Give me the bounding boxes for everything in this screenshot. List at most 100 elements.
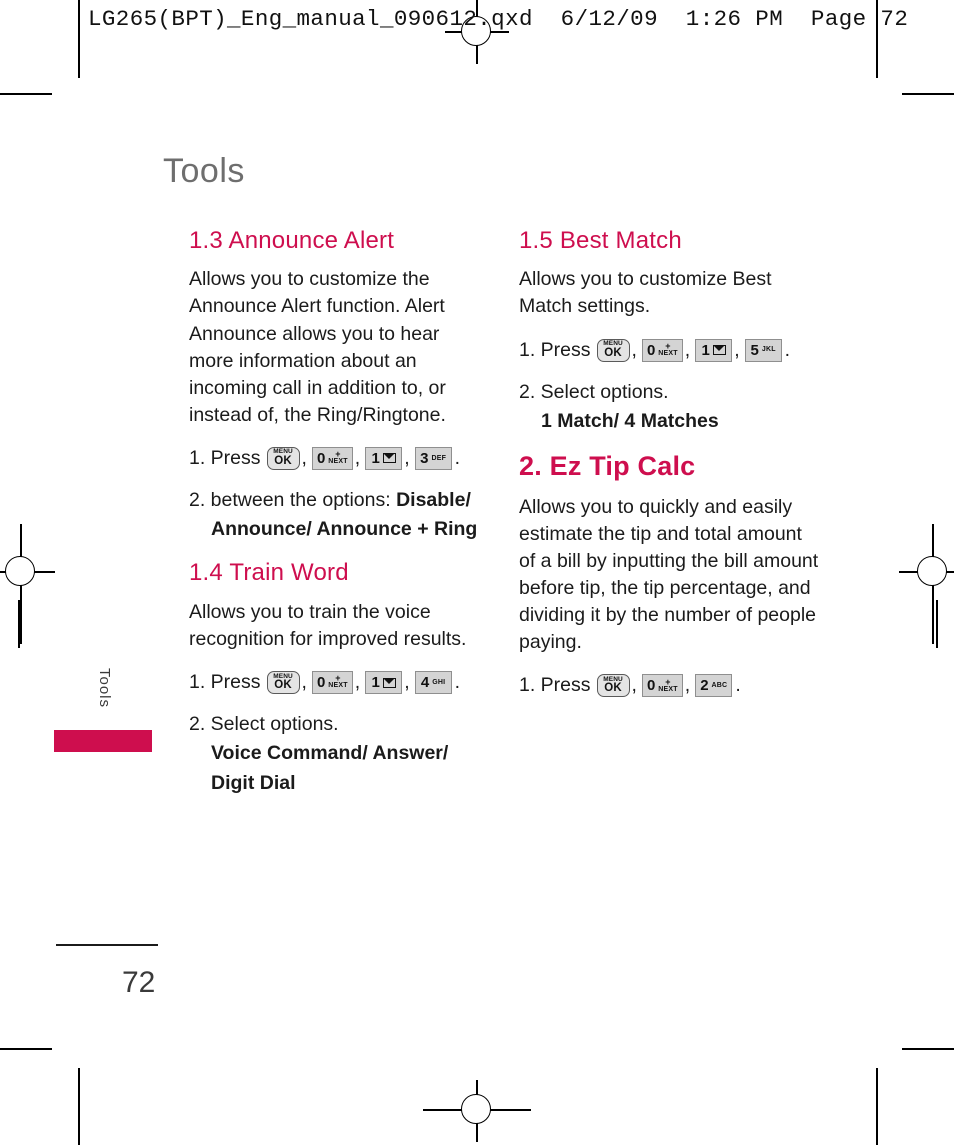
key-menu-bottom-label: OK xyxy=(604,346,622,359)
key-sublabel-text: NEXT xyxy=(328,458,348,466)
key-3-def[interactable]: 3 DEF xyxy=(414,446,452,470)
crop-mark-bottom-left-horizontal xyxy=(0,1048,52,1050)
plus-icon: + xyxy=(665,340,671,351)
page-frame-left-edge xyxy=(18,600,20,648)
period: . xyxy=(454,671,461,694)
key-sublabel: + NEXT xyxy=(658,340,678,358)
key-menu-bottom-label: OK xyxy=(604,682,622,695)
page-frame-right-edge xyxy=(936,600,938,648)
key-2-abc[interactable]: 2 ABC xyxy=(695,674,733,698)
comma-separator: , xyxy=(354,671,361,694)
key-5-jkl[interactable]: 5 JKL xyxy=(744,338,782,362)
side-tab-bar xyxy=(54,730,152,752)
crop-mark-top-left-horizontal xyxy=(0,93,52,95)
period: . xyxy=(735,674,741,697)
plus-icon: + xyxy=(335,673,341,684)
press-label: 1. Press xyxy=(519,338,591,361)
left-column: 1.3 Announce Alert Allows you to customi… xyxy=(189,227,489,814)
section-best-match: 1.5 Best Match Allows you to customize B… xyxy=(519,227,819,436)
press-instruction: 1. Press MENU OK , 0 + NEXT , 1 , 3 DEF … xyxy=(189,446,489,470)
crop-mark-bottom-right-horizontal xyxy=(902,1048,954,1050)
section-heading: 1.3 Announce Alert xyxy=(189,227,395,254)
key-sublabel-text: ABC xyxy=(711,682,728,690)
step-2-bold-inline: Disable/ xyxy=(396,488,471,511)
key-sublabel: + NEXT xyxy=(328,449,348,466)
step-2-options: Voice Command/ Answer/ Digit Dial xyxy=(211,742,449,794)
crop-mark-bottom-right-vertical xyxy=(876,1068,878,1145)
section-train-word: 1.4 Train Word Allows you to train the v… xyxy=(189,560,489,797)
key-digit: 2 xyxy=(700,677,709,695)
comma-separator: , xyxy=(301,671,307,694)
section-body: Allows you to customize Best Match setti… xyxy=(519,268,772,318)
key-1-message[interactable]: 1 xyxy=(365,446,403,470)
key-0-next[interactable]: 0 + NEXT xyxy=(311,671,353,695)
key-digit: 4 xyxy=(420,674,430,692)
footer-divider xyxy=(56,944,158,946)
page-title: Tools xyxy=(163,152,245,190)
crop-mark-top-left-vertical xyxy=(78,0,80,78)
step-2-lead: 2. Select options. xyxy=(189,713,339,736)
key-digit: 5 xyxy=(750,341,759,359)
period: . xyxy=(784,338,791,361)
crop-mark-top-right-horizontal xyxy=(902,93,954,95)
key-digit: 0 xyxy=(316,449,326,467)
key-menu-ok[interactable]: MENU OK xyxy=(596,674,630,698)
key-digit: 0 xyxy=(646,677,656,695)
registration-mark-right xyxy=(899,524,954,644)
envelope-icon xyxy=(712,345,726,356)
comma-separator: , xyxy=(631,338,637,361)
comma-separator: , xyxy=(684,338,691,361)
plus-icon: + xyxy=(335,449,341,460)
step-2-options: Announce/ Announce + Ring xyxy=(211,518,478,541)
key-0-next[interactable]: 0 + NEXT xyxy=(641,338,683,362)
print-header-filename: LG265(BPT)_Eng_manual_090612.qxd 6/12/09… xyxy=(88,6,909,32)
section-heading: 2. Ez Tip Calc xyxy=(519,451,696,482)
step-2-lead: 2. between the options: xyxy=(189,488,397,511)
key-menu-bottom-label: OK xyxy=(274,454,292,467)
key-1-message[interactable]: 1 xyxy=(695,338,733,362)
key-menu-ok[interactable]: MENU OK xyxy=(596,338,630,362)
key-sublabel: + NEXT xyxy=(328,673,348,690)
key-digit: 0 xyxy=(646,341,656,359)
key-menu-ok[interactable]: MENU OK xyxy=(266,671,300,695)
step-2-options: 1 Match/ 4 Matches xyxy=(541,409,719,432)
section-ez-tip-calc: 2. Ez Tip Calc Allows you to quickly and… xyxy=(519,451,819,698)
key-sublabel-text: DEF xyxy=(431,454,447,462)
press-label: 1. Press xyxy=(519,674,591,697)
section-heading: 1.4 Train Word xyxy=(189,559,349,587)
key-digit: 3 xyxy=(420,449,429,467)
comma-separator: , xyxy=(734,338,740,361)
envelope-icon xyxy=(382,677,396,688)
key-digit: 0 xyxy=(316,674,326,692)
period: . xyxy=(454,446,461,469)
section-announce-alert: 1.3 Announce Alert Allows you to customi… xyxy=(189,227,489,545)
section-body: Allows you to quickly and easily estimat… xyxy=(519,495,819,654)
key-digit: 1 xyxy=(701,341,710,359)
plus-icon: + xyxy=(665,676,671,687)
key-sublabel-text: NEXT xyxy=(328,682,348,690)
step-2: 2. between the options: Disable/ Announc… xyxy=(189,486,489,545)
key-sublabel-text: NEXT xyxy=(658,350,678,357)
key-4-ghi[interactable]: 4 GHI xyxy=(414,671,452,695)
key-digit: 1 xyxy=(371,449,380,467)
section-body: Allows you to train the voice recognitio… xyxy=(189,600,467,650)
key-sublabel-text: GHI xyxy=(432,678,446,686)
manual-page: LG265(BPT)_Eng_manual_090612.qxd 6/12/09… xyxy=(0,0,954,1145)
press-instruction: 1. Press MENU OK , 0 + NEXT , 1 , 4 GHI … xyxy=(189,671,489,695)
section-heading: 1.5 Best Match xyxy=(519,227,682,254)
press-label: 1. Press xyxy=(189,446,261,469)
registration-mark-left xyxy=(0,524,55,644)
key-0-next[interactable]: 0 + NEXT xyxy=(641,674,683,698)
key-digit: 1 xyxy=(371,674,380,692)
key-1-message[interactable]: 1 xyxy=(365,671,403,695)
comma-separator: , xyxy=(301,446,307,469)
comma-separator: , xyxy=(404,671,410,694)
press-instruction: 1. Press MENU OK , 0 + NEXT , 2 ABC . xyxy=(519,674,819,698)
side-tab-label: Tools xyxy=(96,668,113,709)
key-menu-ok[interactable]: MENU OK xyxy=(266,446,300,470)
key-sublabel: + NEXT xyxy=(658,676,678,694)
key-sublabel-text: NEXT xyxy=(658,685,678,693)
comma-separator: , xyxy=(404,446,410,469)
key-menu-bottom-label: OK xyxy=(274,679,292,692)
key-0-next[interactable]: 0 + NEXT xyxy=(311,446,353,470)
